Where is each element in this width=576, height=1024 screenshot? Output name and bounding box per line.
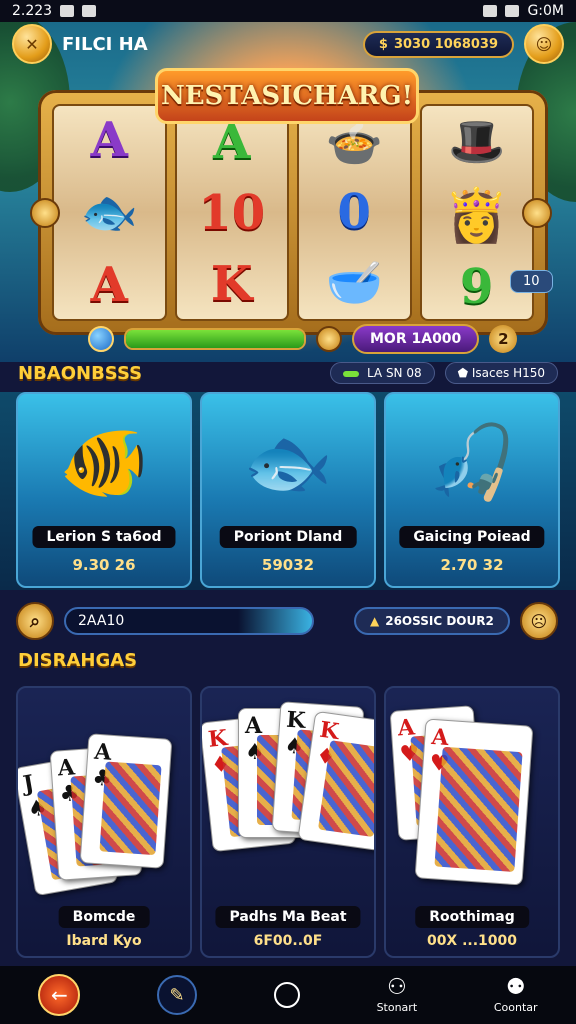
person-icon: ⚇ [386,974,407,1000]
left-gem-icon [30,198,60,228]
reel-3: 🍲 0 🥣 [297,104,412,321]
search-input[interactable]: 2AA10 [64,607,314,635]
queen-symbol-icon: 👸 [444,186,510,247]
status-bar: 2.223 G:0M [0,0,576,22]
profile-face-button[interactable]: ☺ [524,24,564,64]
balance-pill[interactable]: $ 3030 1068039 [362,30,514,58]
nav-item-coontar-label: Coontar [493,1000,538,1014]
search-input-value: 2AA10 [78,613,125,629]
balance-value: 3030 1068039 [393,36,498,52]
status-right-text: G:0M [527,3,564,19]
side-counter-chip: 10 [510,270,553,293]
reel-symbol: A [90,256,128,313]
face-icon[interactable]: ☹ [519,602,558,640]
blue-orb-icon [88,326,114,352]
slot-title-banner: NESTASICHARG! [155,68,419,124]
reel-symbol: 0 [337,184,371,241]
right-gem-icon [522,198,552,228]
home-circle-icon[interactable] [273,982,300,1008]
fishing-card-value: 59032 [261,556,315,574]
fishing-card-1[interactable]: 🐠 Lerion S ta6od 9.30 26 [16,392,192,588]
hat-symbol-icon: 🎩 [448,114,506,169]
green-fish-icon: 🐟 [243,419,333,504]
card-game-panel-2[interactable]: K ♦ A ♠ K ♠ K ♦ Padhs Ma Beat 6F00..0F [200,686,376,958]
coin-icon: $ [378,36,388,52]
reel-symbol: A [90,112,128,169]
nav-item-coontar[interactable]: ⚉ Coontar [493,974,538,1014]
card-panel-sub: 00X ...1000 [426,933,518,949]
status-time: 2.223 [12,3,53,19]
card-panel-label: Bomcde [58,906,150,928]
reel-symbol: 9 [460,258,494,315]
level-badge: 2 [489,325,518,353]
cards-section-title: DISRAHGAS [18,650,138,671]
card-panel-label: Roothimag [415,906,529,928]
jackpot-value: 26OSSIC DOUR2 [385,614,494,628]
jackpot-pill[interactable]: ▲ 26OSSIC DOUR2 [354,607,510,635]
fishing-card-label: Poriont Dland [219,526,357,548]
gold-coin-icon [316,326,342,352]
card-panel-sub: 6F00..0F [253,933,323,949]
fishing-card-label: Gaicing Poiead [399,526,545,548]
fishing-card-value: 9.30 26 [72,556,136,574]
mail-icon [82,5,97,17]
playing-card: A ♥ [414,718,534,886]
reel-symbol: K [210,255,253,312]
fishing-section-header: NBAONBSSS LA SN 08 ⬟ Isaces H150 [0,356,576,390]
notification-icon [60,5,75,17]
pencil-icon[interactable]: ✎ [157,975,198,1015]
fishing-card-label: Lerion S ta6od [32,526,176,548]
green-bar-icon [342,370,359,377]
spin-progress-bar [124,328,306,350]
nav-item-stonart[interactable]: ⚇ Stonart [376,974,418,1014]
fishing-card-value: 2.70 32 [440,556,504,574]
fishing-area: 🐠 Lerion S ta6od 9.30 26 🐟 Poriont Dland… [0,392,576,590]
spin-progress-fill [126,330,304,348]
back-arrow-icon[interactable]: ← [38,974,81,1016]
fishing-card-3[interactable]: 🎣 Gaicing Poiead 2.70 32 [384,392,560,588]
bowl-symbol-icon: 🥣 [325,254,383,309]
player-name: FILCI HA [62,33,148,55]
card-game-panel-1[interactable]: J ♠ A ♣ A ♣ Bomcde Ibard Kyo [16,686,192,958]
group-icon: ⚉ [505,974,526,1000]
signal-icon [505,5,520,17]
reel-2: A 10 K [174,104,289,321]
playing-card: A ♣ [79,733,173,869]
card-panel-sub: Ibard Kyo [66,933,142,949]
fishing-chip-right[interactable]: ⬟ Isaces H150 [444,362,558,384]
bottom-nav: ← ✎ ⚇ Stonart ⚉ Coontar [0,966,576,1024]
fishing-card-2[interactable]: 🐟 Poriont Dland 59032 [200,392,376,588]
blue-fish-icon: 🎣 [427,419,517,504]
reel-symbol: A [213,113,251,170]
reel-bottom-bar: MOR 1A000 2 [88,322,558,356]
bell-icon: ▲ [370,614,380,628]
fishing-section-title: NBAONBSSS [18,362,143,384]
card-game-panel-3[interactable]: A ♥ A ♥ Roothimag 00X ...1000 [384,686,560,958]
search-row: ⌕ 2AA10 ▲ 26OSSIC DOUR2 ☹ [0,600,576,642]
slot-reel-frame: A 🐟 A A 10 K 🍲 0 🥣 🎩 👸 9 [38,90,548,335]
reel-1: A 🐟 A [52,104,167,321]
more-button[interactable]: MOR 1A000 [352,324,480,354]
fishing-chip-left-label: LA SN 08 [366,366,422,380]
fishing-chip-right-label: Isaces H150 [471,366,545,380]
search-icon[interactable]: ⌕ [16,602,54,640]
tag-icon: ⬟ [457,366,472,380]
red-fish-icon: 🐠 [59,419,149,504]
reel-symbol: 10 [198,184,266,241]
nav-item-stonart-label: Stonart [376,1000,418,1014]
wifi-icon [483,5,498,17]
cards-row: J ♠ A ♣ A ♣ Bomcde Ibard Kyo K ♦ A ♠ K ♠ K ♦ Pa… [16,686,560,958]
card-panel-label: Padhs Ma Beat [215,906,361,928]
fishing-chip-left[interactable]: LA SN 08 [329,362,435,384]
profile-coin-button[interactable]: ✕ [12,24,52,64]
top-bar: ✕ FILCI HA $ 3030 1068039 ☺ [0,22,576,66]
fish-symbol-icon: 🐟 [80,184,138,239]
